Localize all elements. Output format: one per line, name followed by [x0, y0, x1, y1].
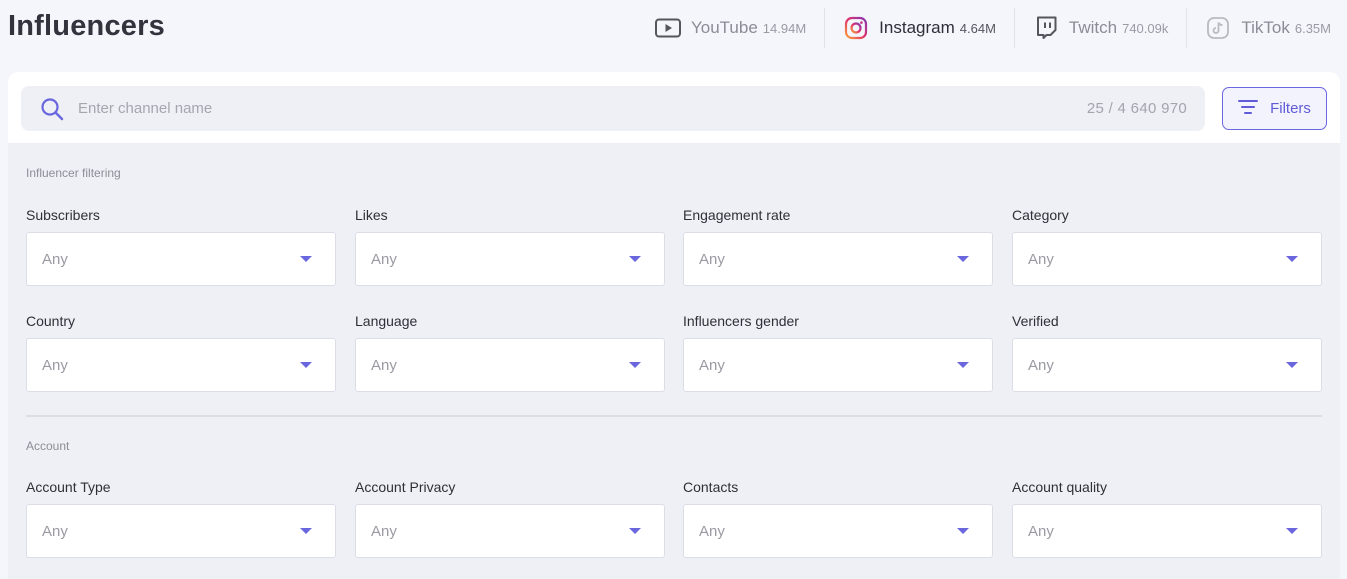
filter-country: Country Any [26, 313, 336, 392]
filters-button[interactable]: Filters [1222, 87, 1327, 130]
filter-influencers-gender: Influencers gender Any [683, 313, 993, 392]
contacts-select[interactable]: Any [683, 504, 993, 558]
section-label-account: Account [26, 439, 70, 453]
select-value: Any [371, 356, 397, 374]
influencers-gender-select[interactable]: Any [683, 338, 993, 392]
filter-verified: Verified Any [1012, 313, 1322, 392]
tab-twitch[interactable]: Twitch 740.09k [1013, 8, 1186, 48]
select-value: Any [1028, 250, 1054, 268]
platform-count: 14.94M [762, 20, 807, 36]
chevron-down-icon [1286, 528, 1298, 534]
twitch-icon [1033, 15, 1059, 41]
platform-name: Instagram [879, 18, 955, 37]
select-value: Any [42, 522, 68, 540]
tab-instagram[interactable]: Instagram 4.64M [824, 8, 1014, 48]
filter-account-quality: Account quality Any [1012, 479, 1322, 558]
influencers-page: Influencers YouTube 14.94M Instagram 4.6… [0, 0, 1347, 579]
chevron-down-icon [629, 528, 641, 534]
select-value: Any [699, 522, 725, 540]
subscribers-select[interactable]: Any [26, 232, 336, 286]
field-label: Country [26, 313, 76, 329]
platform-name: Twitch [1068, 18, 1118, 37]
section-label-influencer-filtering: Influencer filtering [26, 166, 121, 180]
chevron-down-icon [957, 362, 969, 368]
country-select[interactable]: Any [26, 338, 336, 392]
field-label: Account Type [26, 479, 111, 495]
field-label: Account Privacy [355, 479, 456, 495]
select-value: Any [699, 356, 725, 374]
filter-account-type: Account Type Any [26, 479, 336, 558]
likes-select[interactable]: Any [355, 232, 665, 286]
chevron-down-icon [300, 362, 312, 368]
youtube-icon [654, 15, 681, 41]
page-title: Influencers [8, 10, 165, 42]
filter-contacts: Contacts Any [683, 479, 993, 558]
select-value: Any [42, 250, 68, 268]
platform-name: YouTube [690, 18, 758, 37]
filter-likes: Likes Any [355, 207, 665, 286]
search-box: 25 / 4 640 970 [21, 86, 1205, 131]
search-row: 25 / 4 640 970 Filters [8, 72, 1340, 143]
category-select[interactable]: Any [1012, 232, 1322, 286]
field-label: Category [1012, 207, 1069, 223]
field-label: Influencers gender [683, 313, 799, 329]
select-value: Any [699, 250, 725, 268]
chevron-down-icon [629, 362, 641, 368]
search-icon [39, 96, 65, 122]
chevron-down-icon [1286, 256, 1298, 262]
filter-subscribers: Subscribers Any [26, 207, 336, 286]
instagram-icon [843, 15, 869, 41]
filter-lines-icon [1238, 99, 1259, 119]
select-value: Any [371, 250, 397, 268]
field-label: Engagement rate [683, 207, 791, 223]
select-value: Any [1028, 522, 1054, 540]
language-select[interactable]: Any [355, 338, 665, 392]
field-label: Account quality [1012, 479, 1107, 495]
filter-card: 25 / 4 640 970 Filters Influencer filter… [8, 72, 1340, 579]
select-value: Any [42, 356, 68, 374]
account-type-select[interactable]: Any [26, 504, 336, 558]
chevron-down-icon [629, 256, 641, 262]
field-label: Language [355, 313, 418, 329]
field-label: Likes [355, 207, 388, 223]
platform-count: 740.09k [1122, 20, 1169, 36]
platform-count: 6.35M [1294, 20, 1331, 36]
field-label: Verified [1012, 313, 1059, 329]
field-label: Subscribers [26, 207, 100, 223]
select-value: Any [371, 522, 397, 540]
filter-account-privacy: Account Privacy Any [355, 479, 665, 558]
tab-tiktok[interactable]: TikTok 6.35M [1186, 8, 1331, 48]
tab-youtube[interactable]: YouTube 14.94M [637, 8, 824, 48]
filter-category: Category Any [1012, 207, 1322, 286]
tiktok-icon [1205, 15, 1231, 41]
platform-tabs: YouTube 14.94M Instagram 4.64M Twitch 74… [637, 8, 1331, 48]
filter-language: Language Any [355, 313, 665, 392]
result-count: 25 / 4 640 970 [1086, 100, 1187, 117]
platform-count: 4.64M [959, 20, 996, 36]
chevron-down-icon [300, 528, 312, 534]
chevron-down-icon [957, 528, 969, 534]
select-value: Any [1028, 356, 1054, 374]
filter-engagement-rate: Engagement rate Any [683, 207, 993, 286]
verified-select[interactable]: Any [1012, 338, 1322, 392]
chevron-down-icon [1286, 362, 1298, 368]
account-quality-select[interactable]: Any [1012, 504, 1322, 558]
chevron-down-icon [300, 256, 312, 262]
section-divider [26, 415, 1322, 417]
search-input[interactable] [78, 86, 1087, 131]
chevron-down-icon [957, 256, 969, 262]
filters-button-label: Filters [1270, 100, 1311, 117]
platform-name: TikTok [1241, 18, 1290, 37]
field-label: Contacts [683, 479, 739, 495]
account-privacy-select[interactable]: Any [355, 504, 665, 558]
engagement-rate-select[interactable]: Any [683, 232, 993, 286]
